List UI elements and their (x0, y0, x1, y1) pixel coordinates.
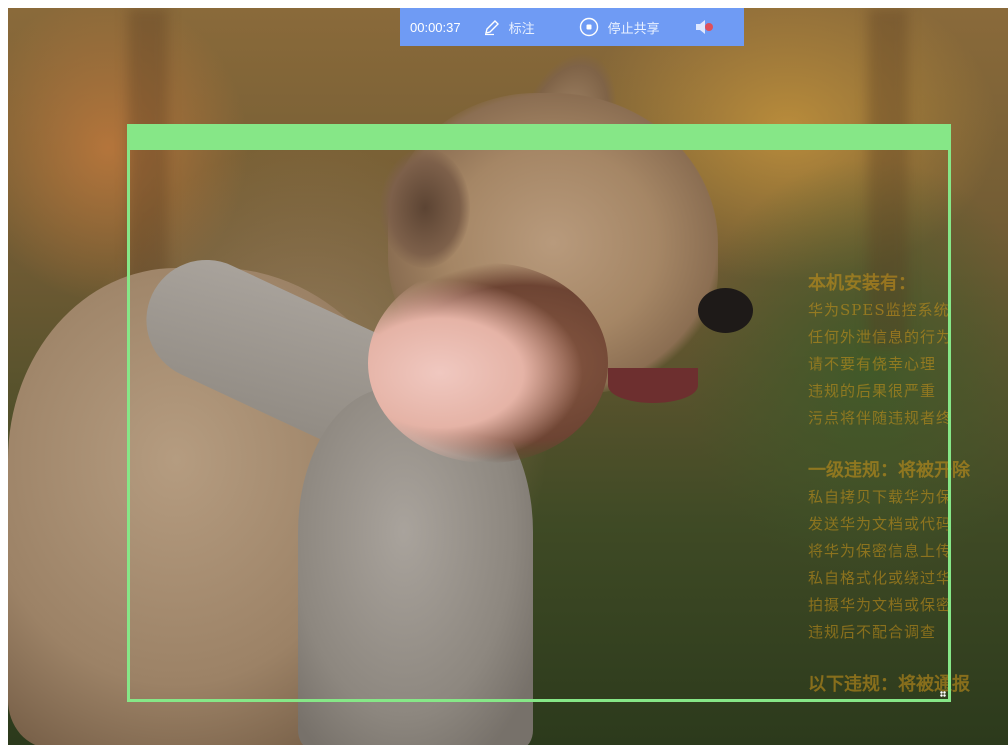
stop-share-label: 停止共享 (607, 20, 660, 36)
capture-region-frame (127, 147, 951, 702)
annotate-label: 标注 (508, 20, 535, 36)
screen-share-toolbar: 00:00:37 标注 停止共享 (400, 8, 744, 46)
pencil-icon (484, 20, 499, 36)
audio-toggle-button[interactable] (694, 18, 714, 36)
resize-grip-icon[interactable] (940, 691, 946, 697)
speaker-muted-icon (695, 20, 713, 34)
stop-share-button[interactable]: 停止共享 (579, 17, 660, 37)
capture-region-drag-bar[interactable] (127, 124, 951, 147)
stop-circle-icon (579, 17, 598, 37)
share-timer: 00:00:37 (410, 19, 461, 35)
annotate-button[interactable]: 标注 (483, 18, 535, 37)
